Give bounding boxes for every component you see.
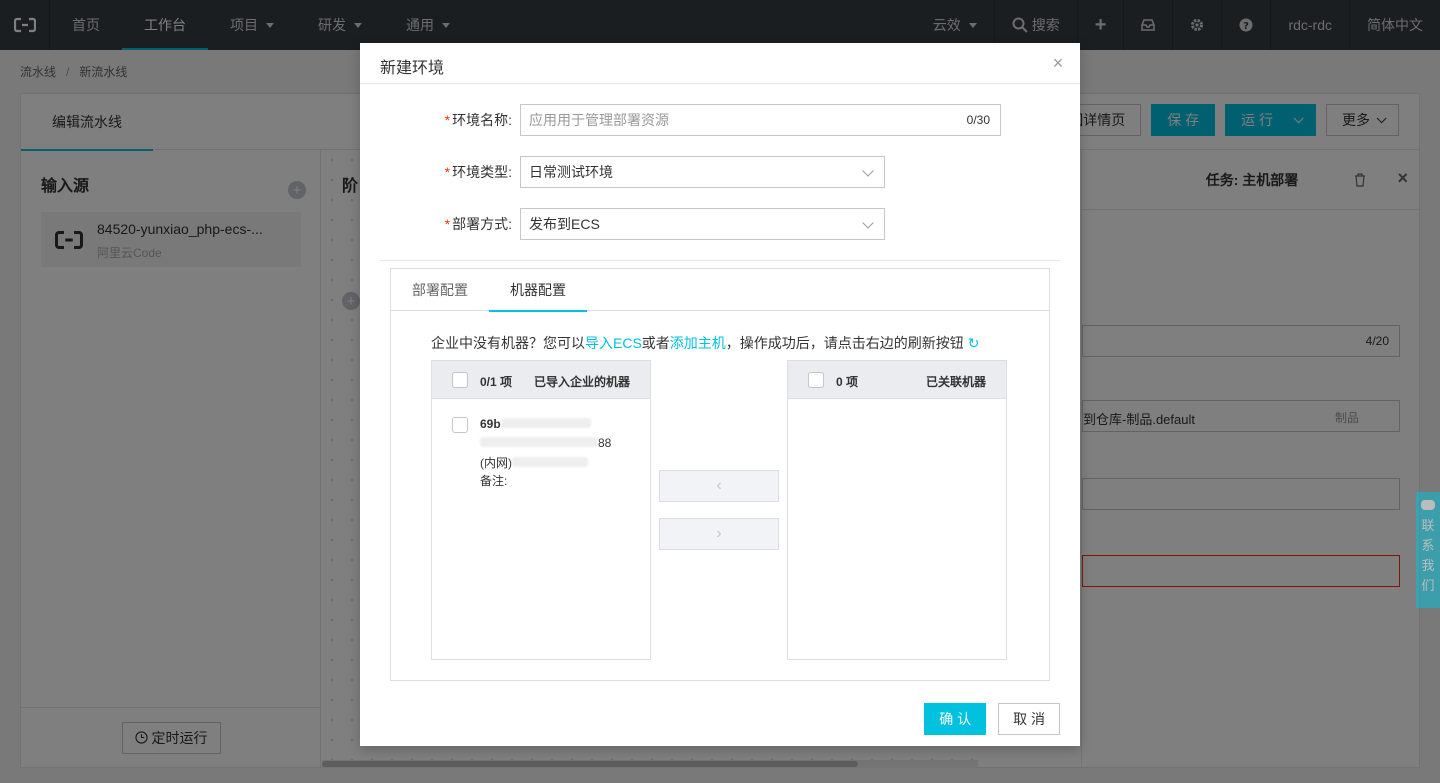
contact-icon [1421, 500, 1435, 510]
machine-instance-tail: 88 [598, 436, 612, 450]
deploy-method-row: * 部署方式: 发布到ECS [360, 208, 885, 240]
machine-id-text: 69b [480, 417, 501, 431]
chevron-left-icon: ‹ [716, 477, 722, 494]
masked-text [512, 457, 588, 467]
new-environment-dialog: 新建环境 × * 环境名称: 应用用于管理部署资源 0/30 * 环境类型: 日常测… [360, 43, 1080, 746]
env-type-label: * 环境类型: [444, 164, 512, 180]
machine-note: 备注: [480, 474, 508, 488]
target-title: 已关联机器 [925, 375, 986, 389]
source-count: 0/1 项 [480, 375, 513, 389]
chevron-right-icon: › [716, 525, 722, 542]
env-name-label: * 环境名称: [444, 112, 512, 128]
close-icon[interactable]: × [1050, 54, 1066, 72]
env-name-placeholder: 应用用于管理部署资源 [529, 112, 669, 128]
tab-machine-config[interactable]: 机器配置 [489, 269, 587, 312]
move-left-button[interactable]: ‹ [659, 470, 779, 502]
dialog-header: 新建环境 × [360, 43, 1080, 84]
machine-hint: 企业中没有机器？您可以导入ECS或者添加主机，操作成功后，请点击右边的刷新按钮 ↻ [431, 333, 980, 353]
dialog-title: 新建环境 [380, 60, 445, 77]
deploy-method-select[interactable]: 发布到ECS [520, 208, 885, 240]
add-host-link[interactable]: 添加主机 [670, 335, 726, 351]
source-list-header: 0/1 项 已导入企业的机器 [432, 361, 650, 399]
env-type-select[interactable]: 日常测试环境 [520, 156, 885, 188]
contact-char: 们 [1421, 578, 1435, 593]
env-type-row: * 环境类型: 日常测试环境 [360, 156, 885, 188]
machine-instance: 88 [480, 436, 611, 450]
import-ecs-link[interactable]: 导入ECS [585, 335, 642, 351]
target-machine-list: 0 项 已关联机器 [787, 360, 1007, 660]
tab-deploy-config-label: 部署配置 [412, 282, 468, 298]
confirm-label: 确 认 [939, 711, 972, 727]
masked-text [480, 437, 598, 447]
contact-char: 联 [1421, 518, 1435, 533]
hint-text: 或者 [641, 335, 670, 351]
hint-text: ，操作成功后，请点击右边的刷新按钮 [725, 335, 964, 351]
cancel-button[interactable]: 取 消 [998, 703, 1060, 735]
machine-ip-label: (内网) [480, 456, 512, 470]
machine-id: 69b [480, 417, 591, 431]
select-all-checkbox[interactable] [452, 372, 468, 388]
env-name-count: 0/30 [966, 113, 990, 127]
source-title: 已导入企业的机器 [533, 375, 630, 389]
refresh-icon[interactable]: ↻ [968, 335, 980, 351]
contact-us-tab[interactable]: 联 系 我 们 [1416, 492, 1440, 608]
dialog-footer: 确 认 取 消 [924, 703, 1060, 735]
tab-bar: 部署配置 机器配置 [391, 269, 1049, 312]
tab-deploy-config[interactable]: 部署配置 [391, 269, 489, 311]
divider [380, 260, 1060, 261]
env-name-label-text: 环境名称: [452, 112, 512, 128]
deploy-method-label-text: 部署方式: [452, 216, 512, 232]
deploy-method-label: * 部署方式: [444, 216, 512, 232]
env-name-input[interactable]: 应用用于管理部署资源 0/30 [520, 104, 1001, 136]
item-checkbox[interactable] [452, 417, 468, 433]
env-type-value: 日常测试环境 [529, 164, 613, 180]
select-all-checkbox[interactable] [808, 372, 824, 388]
confirm-button[interactable]: 确 认 [924, 703, 987, 735]
config-tabs: 部署配置 机器配置 企业中没有机器？您可以导入ECS或者添加主机，操作成功后，请… [390, 268, 1050, 681]
env-name-row: * 环境名称: 应用用于管理部署资源 0/30 [360, 104, 1001, 136]
tab-machine-config-label: 机器配置 [510, 282, 566, 298]
contact-char: 系 [1421, 538, 1435, 553]
source-machine-list: 0/1 项 已导入企业的机器 69b 88 (内网) 备注: [431, 360, 651, 660]
move-right-button[interactable]: › [659, 518, 779, 550]
deploy-method-value: 发布到ECS [529, 216, 600, 232]
target-list-header: 0 项 已关联机器 [788, 361, 1006, 399]
env-type-label-text: 环境类型: [452, 164, 512, 180]
chevron-down-icon [862, 165, 874, 177]
target-count: 0 项 [836, 375, 859, 389]
machine-ip: (内网) [480, 454, 588, 471]
list-item[interactable]: 69b 88 (内网) 备注: [432, 399, 650, 489]
contact-char: 我 [1421, 558, 1435, 573]
masked-text [500, 418, 591, 428]
hint-text: 企业中没有机器？您可以 [431, 335, 585, 351]
chevron-down-icon [862, 217, 874, 229]
cancel-label: 取 消 [1013, 711, 1045, 727]
